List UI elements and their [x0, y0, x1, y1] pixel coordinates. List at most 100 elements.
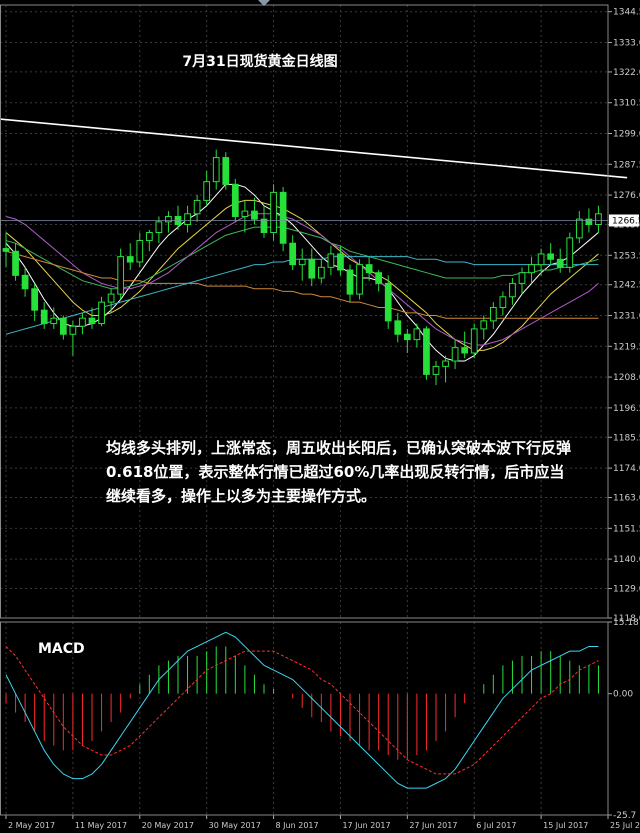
candle-body-down: [556, 258, 564, 268]
candle-body-up: [509, 282, 516, 298]
candle-body-down: [384, 282, 392, 322]
price-tick-label: 1299.0: [613, 129, 640, 139]
candle: [566, 232, 574, 273]
macd-tick-label: -25.7: [613, 811, 636, 821]
candle: [356, 259, 363, 300]
candle-body-down: [547, 253, 555, 260]
candle-body-up: [145, 232, 153, 242]
price-tick-label: 1185.5: [613, 433, 640, 443]
candle-body-down: [461, 347, 469, 354]
current-price-label: 1266.5: [612, 216, 640, 226]
time-tick-label: 15 Jul 2017: [543, 821, 588, 830]
candle-body-up: [193, 199, 201, 215]
candle-body-up: [69, 325, 77, 335]
time-tick-label: 25 Jul 2017: [610, 821, 640, 830]
price-tick-label: 1333.0: [613, 38, 640, 48]
candle-body-down: [260, 218, 268, 234]
candle-body-up: [518, 272, 526, 284]
candle-body-up: [107, 293, 115, 303]
candle-body-down: [337, 253, 344, 271]
candle: [222, 152, 230, 190]
price-tick-label: 1322.0: [613, 68, 640, 78]
candle-body-up: [98, 301, 105, 325]
candle-body-down: [308, 258, 316, 279]
price-tick-label: 1174.0: [613, 464, 640, 474]
time-tick-label: 17 Jun 2017: [342, 821, 390, 830]
analysis-annotation: 均线多头排列，上涨常态，周五收出长阳后，已确认突破本波下行反弹0.618位置，表…: [106, 439, 572, 505]
price-tick-label: 1163.0: [613, 494, 640, 504]
candle-body-down: [40, 309, 48, 325]
chart-title: 7月31日现货黄金日线图: [182, 54, 338, 70]
time-tick-label: 30 May 2017: [209, 821, 261, 830]
macd-label: MACD: [38, 641, 85, 657]
candle-body-down: [31, 288, 39, 311]
candle-body-up: [165, 215, 172, 223]
candle-body-down: [59, 317, 67, 335]
candle-body-up: [595, 213, 602, 226]
candle-body-down: [346, 269, 354, 295]
candle-body-down: [222, 157, 230, 185]
candle-body-down: [423, 328, 430, 375]
candle-body-up: [50, 317, 58, 325]
candle-body-down: [394, 320, 402, 335]
price-tick-label: 1253.5: [613, 251, 640, 261]
candle: [270, 184, 277, 241]
candle-body-down: [88, 317, 96, 325]
candle: [231, 178, 239, 222]
price-tick-label: 1310.5: [613, 99, 640, 109]
candle-body-down: [403, 333, 411, 341]
price-tick-label: 1129.0: [613, 585, 640, 595]
candle-body-down: [21, 274, 29, 290]
candle-body-up: [184, 213, 191, 226]
candle-body-up: [442, 360, 449, 367]
price-tick-label: 1287.5: [613, 160, 640, 170]
price-tick-label: 1140.0: [613, 555, 640, 565]
candle: [279, 187, 287, 252]
gold-daily-chart: 1344.5 1333.0 1322.0 1310.5 1299.0 1287.5 1276…: [0, 0, 640, 833]
candle-body-up: [212, 157, 220, 183]
macd-tick-label: 15.18: [613, 618, 639, 628]
price-tick-label: 1231.0: [613, 312, 640, 322]
candle-body-up: [155, 221, 163, 234]
price-tick-label: 1208.0: [613, 373, 640, 383]
candle-body-up: [470, 328, 478, 354]
candle-body-down: [12, 250, 19, 276]
price-tick-label: 1276.0: [613, 191, 640, 201]
candle: [384, 275, 392, 329]
candle-body-down: [231, 183, 239, 217]
time-tick-label: 6 Jul 2017: [476, 821, 516, 830]
candle-body-down: [375, 272, 383, 284]
price-tick-label: 1151.5: [613, 524, 640, 534]
candle: [470, 323, 478, 359]
time-tick-label: 11 May 2017: [75, 821, 127, 830]
candle-body-up: [317, 266, 325, 279]
candle-body-down: [365, 264, 373, 274]
candle-body-up: [575, 218, 583, 239]
candle-body-up: [480, 320, 488, 330]
time-tick-label: 8 Jun 2017: [276, 821, 319, 830]
price-tick-label: 1196.5: [613, 404, 640, 414]
candle-body-up: [356, 264, 363, 295]
candle-body-up: [432, 365, 440, 375]
candle-body-up: [79, 317, 86, 327]
price-tick-label: 1242.5: [613, 281, 640, 291]
candle-body-down: [2, 248, 10, 252]
macd-tick-label: 0.00: [613, 690, 633, 700]
candle-body-up: [528, 264, 535, 274]
candle-body-down: [585, 218, 593, 226]
time-tick-label: 27 Jun 2017: [409, 821, 457, 830]
time-tick-label: 2 May 2017: [8, 821, 55, 830]
candle-body-up: [117, 256, 125, 295]
candle-body-up: [298, 258, 306, 266]
candle-body-up: [489, 306, 497, 322]
time-tick-label: 20 May 2017: [142, 821, 194, 830]
candle-body-up: [270, 191, 277, 234]
price-axis: 1344.5 1333.0 1322.0 1310.5 1299.0 1287.5 1276…: [608, 8, 640, 624]
candle: [117, 248, 125, 300]
candle-body-up: [413, 328, 421, 341]
price-tick-label: 1219.5: [613, 342, 640, 352]
candle-body-down: [251, 210, 258, 220]
candle: [423, 326, 430, 380]
price-tick-label: 1344.5: [613, 8, 640, 18]
candle-body-up: [566, 237, 574, 268]
